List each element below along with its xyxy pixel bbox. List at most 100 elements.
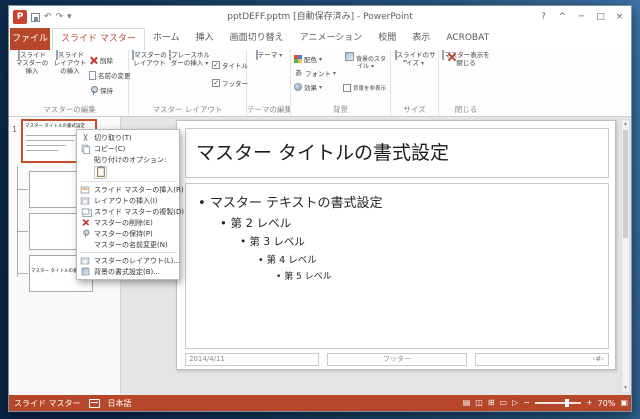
menu-separator (79, 181, 177, 182)
title-placeholder[interactable]: マスター タイトルの書式設定 (185, 128, 609, 178)
bullet-icon: • (198, 196, 206, 211)
background-styles-icon (345, 52, 355, 61)
menu-master-layout[interactable]: マスターのレイアウト(L)... (77, 255, 180, 266)
close-icon[interactable]: × (610, 7, 629, 27)
menu-cut[interactable]: 切り取り(T) (77, 132, 179, 143)
footer-placeholder[interactable]: フッター (327, 353, 467, 366)
footer-checkbox-box: ✓ (212, 79, 220, 87)
menu-delete-master[interactable]: マスターの削除(E) (77, 217, 179, 228)
zoom-slider-thumb[interactable] (564, 399, 569, 407)
status-left: スライド マスター 日本語 (14, 395, 132, 411)
background-styles-button[interactable]: 背景のスタイル ▾ (343, 52, 388, 70)
scroll-down-icon[interactable]: ▾ (622, 384, 629, 392)
view-slide-sorter-icon[interactable]: ⊞ (488, 395, 495, 411)
paste-option-button[interactable] (94, 165, 107, 179)
status-bar: スライド マスター 日本語 ▤ ◫ ⊞ ▭ ▷ − + 70% ▣ (9, 395, 631, 411)
chevron-down-icon: ▾ (420, 59, 424, 67)
rename-button[interactable]: 名前の変更 (89, 70, 131, 80)
menu-preserve-master[interactable]: マスターの保持(P) (77, 228, 179, 239)
notes-icon[interactable]: ▤ (463, 395, 471, 411)
menu-separator (79, 252, 177, 253)
view-slideshow-icon[interactable]: ▷ (512, 395, 518, 411)
zoom-slider[interactable] (534, 399, 581, 407)
zoom-percentage[interactable]: 70% (598, 399, 616, 408)
rename-icon (89, 70, 96, 80)
bullet-icon: • (240, 236, 247, 248)
file-tab[interactable]: ファイル (10, 28, 50, 50)
master-layout-icon (80, 257, 90, 264)
thumbnail-line (26, 140, 74, 141)
insert-slide-master-button[interactable]: スライド マスターの挿入 (14, 50, 50, 75)
insert-layout-button[interactable]: スライド レイアウトの挿入 (52, 50, 88, 75)
thumbnail-line (26, 150, 58, 151)
slide-canvas[interactable]: マスター タイトルの書式設定 • マスター テキストの書式設定 • 第 2 レベ… (176, 120, 616, 370)
zoom-out-icon[interactable]: − (523, 395, 530, 411)
ribbon-display-options-icon[interactable]: ^ (553, 7, 572, 27)
insert-layout-icon (80, 197, 90, 204)
slide-size-button[interactable]: スライドのサイズ ▾ (394, 50, 436, 68)
tab-view[interactable]: 表示 (404, 28, 438, 50)
ribbon-group-edit-theme: テーマ ▾ テーマの編集 (247, 50, 291, 116)
status-language[interactable]: 日本語 (108, 398, 132, 409)
date-placeholder[interactable]: 2014/4/11 (185, 353, 319, 366)
menu-format-background[interactable]: 背景の書式設定(B)... (77, 266, 179, 277)
delete-button[interactable]: 削除 (89, 55, 129, 65)
save-icon[interactable] (31, 12, 40, 22)
view-reading-icon[interactable]: ▭ (500, 395, 508, 411)
chevron-down-icon: ▾ (205, 59, 209, 67)
vertical-scrollbar[interactable]: ▴ ▾ (621, 119, 630, 393)
keyboard-ime-icon[interactable] (88, 398, 100, 408)
group-label-background: 背景 (333, 105, 348, 114)
menu-duplicate-slide-master[interactable]: スライド マスターの複製(D) (77, 206, 184, 217)
chevron-down-icon: ▾ (319, 55, 323, 63)
quick-access-toolbar: P ↶ ↷ ▾ (13, 6, 72, 28)
insert-slide-master-icon (80, 186, 90, 193)
tab-acrobat[interactable]: ACROBAT (438, 28, 497, 50)
qat-customize-icon[interactable]: ▾ (67, 10, 72, 24)
footer-checkbox[interactable]: ✓ フッター (212, 78, 248, 88)
powerpoint-app-icon[interactable]: P (13, 10, 27, 24)
tab-slide-master[interactable]: スライド マスター (52, 28, 145, 50)
bullet-icon: • (220, 216, 227, 230)
redo-icon[interactable]: ↷ (56, 10, 64, 24)
title-bar[interactable]: P ↶ ↷ ▾ pptDEFF.pptm [自動保存済み] - PowerPoi… (9, 6, 631, 28)
group-label-edit-master: マスターの編集 (43, 105, 96, 114)
thumbnail-tree-line (17, 167, 18, 277)
preserve-button[interactable]: 保持 (89, 85, 129, 95)
help-icon[interactable]: ? (534, 7, 553, 27)
thumbnail-number: 1 (12, 125, 18, 134)
hide-background-checkbox[interactable]: 背景を非表示 (343, 84, 389, 92)
theme-effects-button[interactable]: 効果 ▾ (294, 82, 340, 92)
menu-rename-master[interactable]: マスターの名前変更(N) (77, 239, 179, 250)
slide-editor-area: マスター タイトルの書式設定 • マスター テキストの書式設定 • 第 2 レベ… (121, 117, 631, 395)
theme-fonts-button[interactable]: あ フォント ▾ (294, 68, 340, 79)
scrollbar-thumb[interactable] (623, 130, 628, 238)
zoom-in-icon[interactable]: + (586, 395, 593, 411)
insert-placeholder-button[interactable]: プレースホルダーの挿入 ▾ (169, 50, 210, 68)
fit-to-window-icon[interactable]: ▣ (620, 395, 628, 411)
chevron-down-icon: ▾ (370, 63, 374, 71)
slide-number-placeholder[interactable]: ‹#› (475, 353, 609, 366)
scroll-up-icon[interactable]: ▴ (622, 120, 629, 128)
tab-transitions[interactable]: 画面切り替え (222, 28, 292, 50)
title-checkbox[interactable]: ✓ タイトル (212, 60, 248, 70)
minimize-icon[interactable]: ─ (572, 7, 591, 27)
view-normal-icon[interactable]: ◫ (475, 395, 483, 411)
chevron-down-icon: ▾ (333, 69, 337, 77)
menu-copy[interactable]: コピー(C) (77, 143, 179, 155)
menu-insert-layout[interactable]: レイアウトの挿入(I) (77, 195, 179, 206)
tab-home[interactable]: ホーム (145, 28, 188, 50)
tab-insert[interactable]: 挿入 (188, 28, 222, 50)
window-controls: ? ^ ─ □ × (534, 6, 629, 28)
close-master-view-button[interactable]: マスター表示を閉じる (442, 50, 490, 68)
body-placeholder[interactable]: • マスター テキストの書式設定 • 第 2 レベル • 第 3 レベル • 第… (185, 183, 609, 349)
theme-colors-button[interactable]: 配色 ▾ (294, 54, 340, 64)
menu-insert-slide-master[interactable]: スライド マスターの挿入(R) (77, 184, 184, 195)
tab-review[interactable]: 校閲 (370, 28, 404, 50)
slide-size-icon (394, 50, 397, 60)
themes-button[interactable]: テーマ ▾ (250, 50, 288, 60)
maximize-icon[interactable]: □ (591, 7, 610, 27)
undo-icon[interactable]: ↶ (44, 10, 52, 24)
master-layout-button[interactable]: マスターのレイアウト (132, 50, 167, 68)
tab-animations[interactable]: アニメーション (292, 28, 371, 50)
